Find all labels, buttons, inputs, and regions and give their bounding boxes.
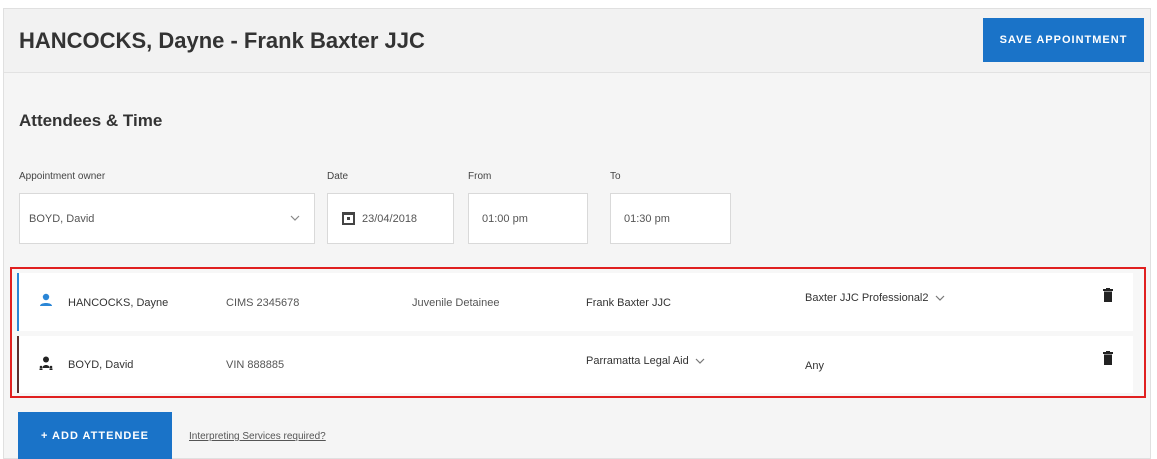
add-attendee-button[interactable]: + ADD ATTENDEE [18, 412, 172, 459]
owner-value: BOYD, David [29, 212, 95, 225]
to-time-field[interactable]: 01:30 pm [610, 193, 731, 244]
date-field[interactable]: 23/04/2018 [327, 193, 454, 244]
to-label: To [610, 171, 621, 182]
attendee-role: Juvenile Detainee [412, 297, 500, 309]
attendee-contact: Any [805, 360, 824, 372]
chevron-down-icon [695, 356, 705, 367]
interpreting-services-link[interactable]: Interpreting Services required? [189, 431, 326, 442]
attendee-organisation: Frank Baxter JJC [586, 297, 671, 309]
attendee-organisation-select[interactable]: Parramatta Legal Aid [586, 355, 705, 367]
attendee-name: HANCOCKS, Dayne [68, 297, 169, 309]
from-time-field[interactable]: 01:00 pm [468, 193, 588, 244]
date-value: 23/04/2018 [362, 212, 418, 225]
attendee-organisation: Parramatta Legal Aid [586, 355, 689, 367]
attendee-id: CIMS 2345678 [226, 297, 300, 309]
to-value: 01:30 pm [624, 212, 670, 225]
attendee-row: BOYD, David VIN 888885 Parramatta Legal … [17, 336, 1133, 393]
from-value: 01:00 pm [482, 212, 528, 225]
trash-icon[interactable] [1103, 288, 1113, 302]
page-title: HANCOCKS, Dayne - Frank Baxter JJC [19, 28, 425, 53]
group-person-icon [39, 356, 53, 370]
section-title: Attendees & Time [19, 111, 163, 130]
chevron-down-icon [935, 293, 945, 304]
chevron-down-icon [290, 212, 300, 224]
from-label: From [468, 171, 492, 182]
attendee-row: HANCOCKS, Dayne CIMS 2345678 Juvenile De… [17, 273, 1133, 331]
trash-icon[interactable] [1103, 351, 1113, 365]
person-icon [39, 293, 53, 307]
attendee-id: VIN 888885 [226, 359, 285, 371]
attendee-contact: Baxter JJC Professional2 [805, 292, 929, 304]
owner-label: Appointment owner [19, 171, 106, 182]
attendee-contact-select[interactable]: Baxter JJC Professional2 [805, 292, 945, 304]
owner-select[interactable]: BOYD, David [19, 193, 315, 244]
attendee-name: BOYD, David [68, 359, 134, 371]
save-appointment-button[interactable]: SAVE APPOINTMENT [983, 18, 1144, 62]
calendar-icon [342, 212, 355, 225]
date-label: Date [327, 171, 349, 182]
